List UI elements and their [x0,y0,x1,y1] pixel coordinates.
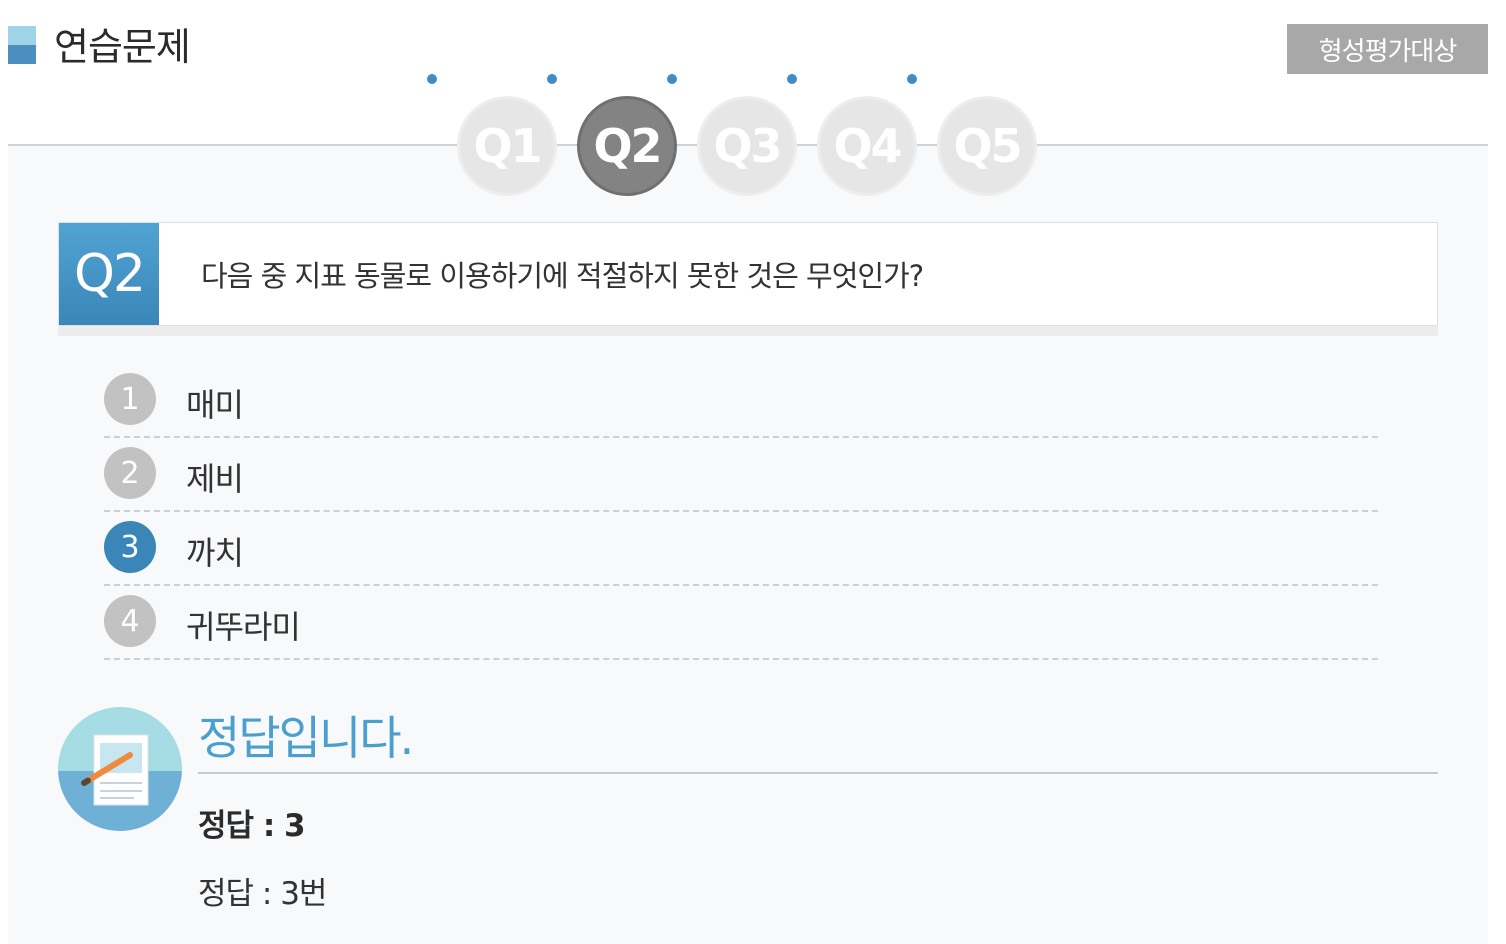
option-4[interactable]: 4 귀뚜라미 [104,586,1378,660]
title-marker-icon [8,26,36,64]
option-label: 까치 [186,534,244,572]
tab-dot [547,74,557,84]
tab-q3-label: Q3 [697,96,797,196]
tab-dot [667,74,677,84]
result-message: 정답입니다. [198,711,414,765]
tab-q4-label: Q4 [817,96,917,196]
option-label: 제비 [186,460,244,498]
result-divider [198,772,1438,774]
evaluation-badge: 형성평가대상 [1287,24,1488,74]
tab-dot [427,74,437,84]
tab-q5-label: Q5 [937,96,1037,196]
option-2[interactable]: 2 제비 [104,438,1378,512]
correct-answer: 정답 : 3 [198,808,306,844]
tab-q2[interactable]: Q2 [547,74,677,196]
question-text: 다음 중 지표 동물로 이용하기에 적절하지 못한 것은 무엇인가? [201,259,924,293]
question-tabs: Q1 Q2 Q3 Q4 Q5 [427,74,1057,196]
tab-q4[interactable]: Q4 [787,74,917,196]
tab-q5[interactable]: Q5 [907,74,1037,196]
option-3[interactable]: 3 까치 [104,512,1378,586]
option-1[interactable]: 1 매미 [104,364,1378,438]
tab-q3[interactable]: Q3 [667,74,797,196]
option-number: 4 [104,595,156,647]
tab-dot [787,74,797,84]
option-number: 1 [104,373,156,425]
question-number: Q2 [59,223,159,325]
answer-options: 1 매미 2 제비 3 까치 4 귀뚜라미 [104,364,1378,660]
option-label: 매미 [186,386,244,424]
tab-q1[interactable]: Q1 [427,74,557,196]
question-box: Q2 다음 중 지표 동물로 이용하기에 적절하지 못한 것은 무엇인가? [58,222,1438,336]
tab-q2-label: Q2 [577,96,677,196]
option-number: 3 [104,521,156,573]
notepad-pencil-icon [58,707,182,831]
page-title: 연습문제 [54,25,191,69]
tab-dot [907,74,917,84]
tab-q1-label: Q1 [457,96,557,196]
option-number: 2 [104,447,156,499]
answer-explanation: 정답 : 3번 [198,876,327,912]
option-label: 귀뚜라미 [186,608,301,646]
